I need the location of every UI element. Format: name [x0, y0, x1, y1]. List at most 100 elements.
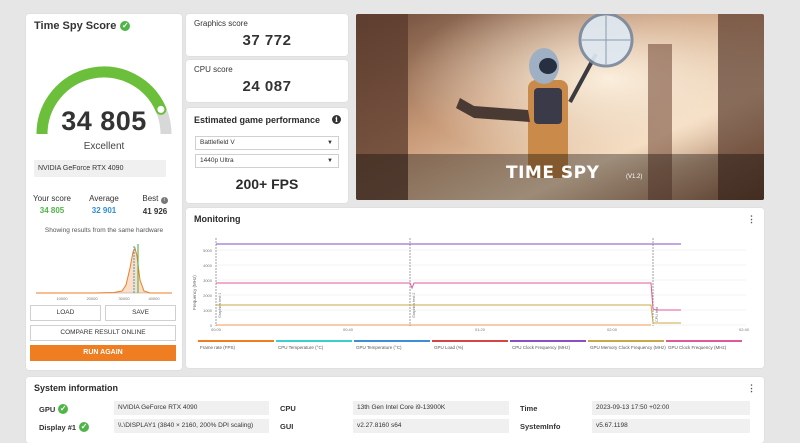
gpu-value: NVIDIA GeForce RTX 4090: [114, 401, 269, 415]
gpu-clock-series: [216, 282, 681, 311]
your-score-value: 34 805: [39, 206, 65, 215]
legend-label: GPU Temperature (°C): [356, 345, 402, 350]
score-card: Time Spy Score ✓ 34 805 Excellent NVIDIA…: [26, 14, 182, 370]
dist-tick-label: 20000: [86, 296, 98, 301]
legend-label: GPU Load (%): [434, 345, 464, 350]
time-value: 2023-09-13 17:50 +02:00: [592, 401, 750, 415]
dist-curve-fill: [36, 248, 172, 293]
average-value: 32 901: [91, 206, 117, 215]
legend-label: CPU Temperature (°C): [278, 345, 324, 350]
graphics-score-value: 37 772: [242, 32, 292, 49]
y-tick-label: 1000: [203, 308, 213, 313]
more-options-icon[interactable]: ⋮: [747, 383, 756, 394]
cpu-value: 13th Gen Intel Core i9-13900K: [353, 401, 509, 415]
x-tick-label: 00:40: [343, 327, 354, 332]
score-title-row: Time Spy Score ✓: [34, 20, 131, 32]
cpu-label: CPU: [280, 404, 296, 413]
fps-estimate: 200+ FPS: [235, 176, 299, 192]
estimated-performance-title: Estimated game performance: [194, 115, 321, 125]
legend-label: GPU Clock Frequency (MHz): [668, 345, 727, 350]
y-tick-label: 4000: [203, 263, 213, 268]
legend-swatch: [276, 340, 352, 342]
x-tick-label: 00:00: [211, 327, 222, 332]
y-axis-label: Frequency (MHz): [192, 275, 197, 310]
main-score: 34 805: [61, 106, 147, 136]
cpu-score-value: 24 087: [242, 78, 292, 95]
run-again-button[interactable]: RUN AGAIN: [30, 345, 176, 361]
chevron-down-icon: ▼: [327, 158, 333, 164]
gui-value: v2.27.8160 s64: [353, 419, 509, 433]
benchmark-hero-image: TIME SPY (V1.2): [356, 14, 764, 200]
hardware-note: Showing results from the same hardware: [44, 227, 164, 234]
score-distribution-chart: 10000 20000 30000 40000: [36, 244, 172, 301]
y-tick-label: 2000: [203, 293, 213, 298]
check-icon: ✓: [120, 21, 131, 31]
your-score-label: Your score: [33, 194, 71, 203]
info-icon[interactable]: i: [160, 197, 168, 204]
gpu-label: GPU: [39, 404, 56, 414]
hero-version: (V1.2): [626, 174, 643, 180]
quality-select-value: 1440p Ultra: [200, 157, 234, 164]
game-select-value: Battlefield V: [200, 139, 235, 146]
dist-tick-label: 40000: [148, 296, 160, 301]
quality-select[interactable]: 1440p Ultra ▼: [195, 154, 339, 168]
game-select[interactable]: Battlefield V ▼: [195, 136, 339, 150]
display-value: \\.\DISPLAY1 (3840 × 2160, 200% DPI scal…: [114, 419, 269, 433]
monitoring-title: Monitoring: [194, 214, 241, 224]
check-icon: ✓: [79, 422, 90, 432]
check-icon: ✓: [58, 404, 69, 414]
legend-swatch: [354, 340, 430, 342]
cpu-score-label: CPU score: [194, 65, 233, 74]
save-button[interactable]: SAVE: [105, 305, 176, 321]
best-label: Best: [142, 194, 159, 203]
cpu-score-card: CPU score 24 087: [186, 60, 348, 102]
hero-title: TIME SPY: [506, 163, 600, 183]
system-information-card: System information ⋮ GPU ✓ NVIDIA GeForc…: [26, 377, 764, 443]
graphics-score-card: Graphics score 37 772: [186, 14, 348, 56]
your-score-col: Your score 34 805: [32, 194, 72, 215]
display-label-row: Display #1 ✓: [39, 422, 90, 432]
x-tick-label: 02:00: [607, 327, 618, 332]
hero-torso: [534, 88, 562, 124]
hero-visor: [539, 58, 557, 74]
legend-swatch: [432, 340, 508, 342]
legend-swatch: [588, 340, 664, 342]
best-score-col: Best i 41 926: [134, 194, 176, 216]
legend: Frame rate (FPS) CPU Temperature (°C) GP…: [198, 340, 742, 350]
y-tick-label: 5000: [203, 248, 213, 253]
legend-label: Frame rate (FPS): [200, 345, 236, 350]
average-score-col: Average 32 901: [84, 194, 124, 215]
info-icon[interactable]: i: [332, 115, 341, 124]
legend-label: CPU Clock Frequency (MHz): [512, 345, 571, 350]
systeminfo-label: SystemInfo: [520, 422, 561, 431]
legend-swatch: [510, 340, 586, 342]
chevron-down-icon: ▼: [327, 140, 333, 146]
systeminfo-value: v5.67.1198: [592, 419, 750, 433]
score-title: Time Spy Score: [34, 20, 117, 32]
score-rating: Excellent: [83, 141, 125, 152]
legend-swatch: [198, 340, 274, 342]
test-marker-label: CPU test: [655, 306, 659, 322]
gpu-memory-clock-series: [216, 304, 681, 324]
legend-swatch: [666, 340, 742, 342]
estimated-performance-card: Estimated game performance i Battlefield…: [186, 108, 348, 203]
more-options-icon[interactable]: ⋮: [747, 214, 756, 225]
system-information-title: System information: [34, 383, 119, 393]
graphics-score-label: Graphics score: [194, 19, 248, 28]
dist-tick-label: 10000: [56, 296, 68, 301]
x-tick-label: 02:40: [739, 327, 750, 332]
best-label-row: Best i: [134, 194, 176, 204]
gui-label: GUI: [280, 422, 294, 431]
compare-online-button[interactable]: COMPARE RESULT ONLINE: [30, 325, 176, 341]
hardware-name: NVIDIA GeForce RTX 4090: [34, 160, 166, 177]
display-label: Display #1: [39, 422, 77, 432]
dist-curve: [36, 246, 172, 294]
gpu-label-row: GPU ✓: [39, 404, 69, 414]
average-label: Average: [89, 194, 119, 203]
y-tick-label: 3000: [203, 278, 213, 283]
time-label: Time: [520, 404, 538, 413]
grid: [216, 249, 746, 326]
x-tick-label: 01:20: [475, 327, 486, 332]
load-button[interactable]: LOAD: [30, 305, 101, 321]
best-value: 41 926: [142, 207, 168, 216]
